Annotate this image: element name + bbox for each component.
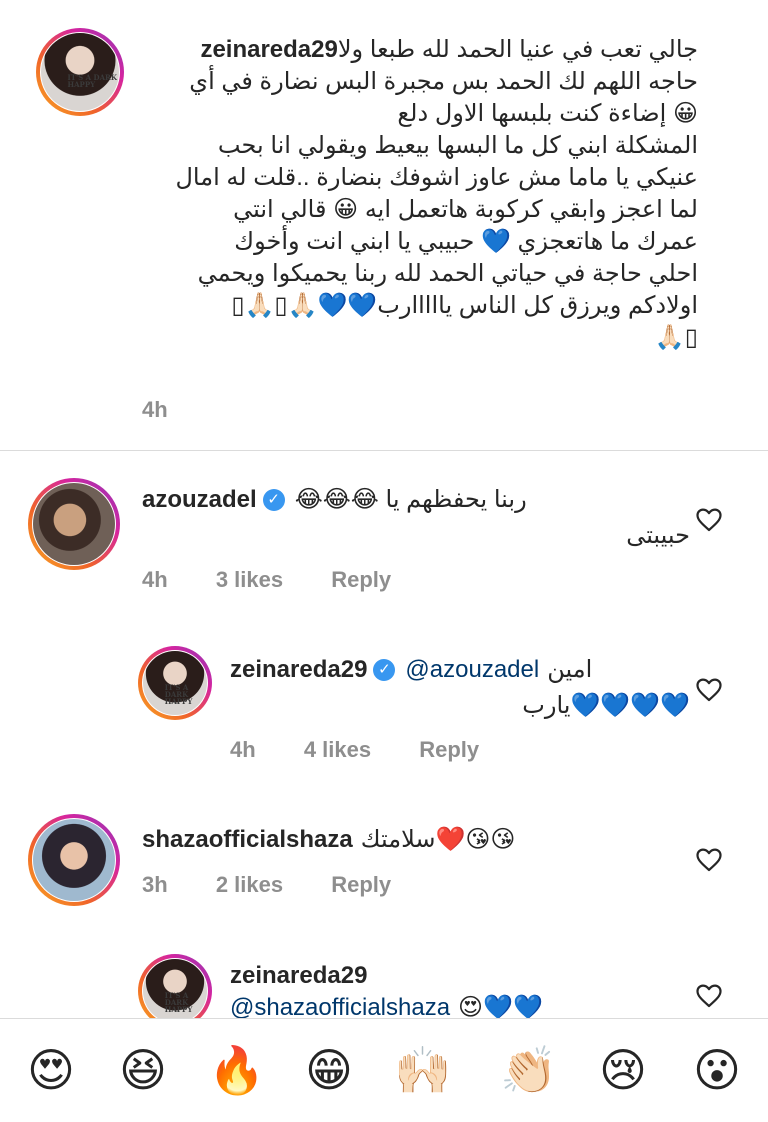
heart-outline-icon[interactable] — [696, 678, 722, 702]
comment-item: IT'S A DARK HAPPY zeinareda29 ✓ @azouzad… — [0, 640, 768, 780]
heart-outline-icon[interactable] — [696, 508, 722, 532]
comment-text-line: احلي حاجة في حياتي الحمد لله ربنا يحميكو… — [197, 260, 698, 287]
comment-time: 4h — [142, 567, 168, 592]
avatar[interactable]: IT'S A DARK HAPPY — [36, 28, 124, 116]
comment-text-line: 💙💙💙💙يارب — [522, 692, 690, 719]
likes-count[interactable]: 3 likes — [216, 567, 283, 592]
comment-text-line: 😍💙💙 — [458, 994, 543, 1018]
comment-username[interactable]: azouzadel — [142, 484, 257, 516]
comment-time: 4h — [230, 737, 256, 762]
avatar[interactable] — [28, 478, 120, 570]
verified-badge-icon: ✓ — [373, 659, 396, 681]
comment-text-line: عنيكي يا ماما مش عاوز اشوفك بنضارة ..قلت… — [175, 164, 698, 191]
likes-count[interactable]: 2 likes — [216, 872, 283, 897]
reply-button[interactable]: Reply — [331, 567, 391, 592]
comment-meta: 4h — [142, 397, 210, 423]
comment-text-line: المشكلة ابني كل ما البسها بيعيط ويقولي ا… — [217, 132, 698, 159]
comment-text-line: 😀 إضاءة كنت بلبسها الاول دلع — [397, 100, 698, 127]
comment-item: azouzadel ✓ ربنا يحفظهم يا 😂😂😂 حبيبتى 4h… — [0, 470, 768, 610]
avatar[interactable]: IT'S A DARK HAPPY — [138, 646, 212, 720]
emoji-clapping-button[interactable]: 👏🏻 — [500, 1041, 558, 1099]
avatar-photo-text: IT'S A DARK HAPPY — [164, 683, 193, 707]
comment-text-line: اولادكم ويرزق كل الناس يااااارب💙💙🙏🏻▯🙏🏻▯ — [231, 292, 698, 319]
avatar[interactable] — [28, 814, 120, 906]
comment-text-line: لما اعجز وابقي كركوبة هاتعمل ايه 😀 قالي … — [233, 196, 698, 223]
verified-badge-icon: ✓ — [262, 489, 285, 511]
comment-item: IT'S A DARK HAPPY zeinareda29 @shazaoffi… — [0, 948, 768, 1018]
comment-text-line: امين — [547, 656, 593, 683]
comment-text-line: ربنا يحفظهم يا 😂😂😂 — [294, 486, 527, 513]
heart-outline-icon[interactable] — [696, 848, 722, 872]
emoji-raised-hands-button[interactable]: 🙌🏻 — [394, 1041, 452, 1099]
comment-username[interactable]: zeinareda29 — [230, 654, 367, 686]
heart-outline-icon[interactable] — [696, 984, 722, 1008]
comment-meta: 3h 2 likes Reply — [142, 872, 433, 898]
comment-item: IT'S A DARK HAPPY جالي تعب في عنيا الحمد… — [0, 0, 768, 450]
reply-button[interactable]: Reply — [419, 737, 479, 762]
divider — [0, 450, 768, 451]
comment-text-line: عمرك ما هاتعجزي 💙 حبيبي يا ابني انت وأخو… — [234, 228, 698, 255]
emoji-grimace-button[interactable]: 😁 — [300, 1041, 358, 1099]
reply-button[interactable]: Reply — [331, 872, 391, 897]
comment-username[interactable]: shazaofficialshaza — [142, 824, 353, 856]
comment-text-line: حبيبتى — [626, 522, 690, 549]
avatar[interactable]: IT'S A DARK HAPPY — [138, 954, 212, 1018]
comment-username[interactable]: zeinareda29 — [230, 962, 367, 989]
comment-text-line: 😘😘❤️سلامتك — [360, 826, 516, 853]
comment-meta: 4h 3 likes Reply — [142, 567, 433, 593]
mention-link[interactable]: @azouzadel — [405, 654, 539, 686]
emoji-heart-eyes-button[interactable]: 😍 — [22, 1041, 80, 1099]
likes-count[interactable]: 4 likes — [304, 737, 371, 762]
mention-link[interactable]: @shazaofficialshaza — [230, 992, 450, 1018]
comment-text-line: جالي تعب في عنيا الحمد لله طبعا ولا — [337, 36, 698, 63]
comment-time: 4h — [142, 397, 168, 422]
emoji-surprised-button[interactable]: 😮 — [688, 1041, 746, 1099]
avatar-photo-text: IT'S A DARK HAPPY — [67, 72, 117, 89]
comment-meta: 4h 4 likes Reply — [230, 737, 521, 763]
comment-text-line: حاجه اللهم لك الحمد بس مجبرة البس نضارة … — [189, 68, 698, 95]
avatar-photo-text: IT'S A DARK HAPPY — [164, 991, 193, 1015]
emoji-crying-button[interactable]: 😢 — [594, 1041, 652, 1099]
emoji-reaction-bar: 😍 😆 🔥 😁 🙌🏻 👏🏻 😢 😮 — [0, 1018, 768, 1122]
emoji-fire-button[interactable]: 🔥 — [208, 1041, 266, 1099]
comment-item: shazaofficialshaza 😘😘❤️سلامتك 3h 2 likes… — [0, 810, 768, 920]
emoji-laughing-button[interactable]: 😆 — [114, 1041, 172, 1099]
comment-time: 3h — [142, 872, 168, 897]
comment-text-line: 🙏🏻▯ — [654, 324, 698, 351]
comment-username[interactable]: zeinareda29 — [200, 34, 337, 66]
